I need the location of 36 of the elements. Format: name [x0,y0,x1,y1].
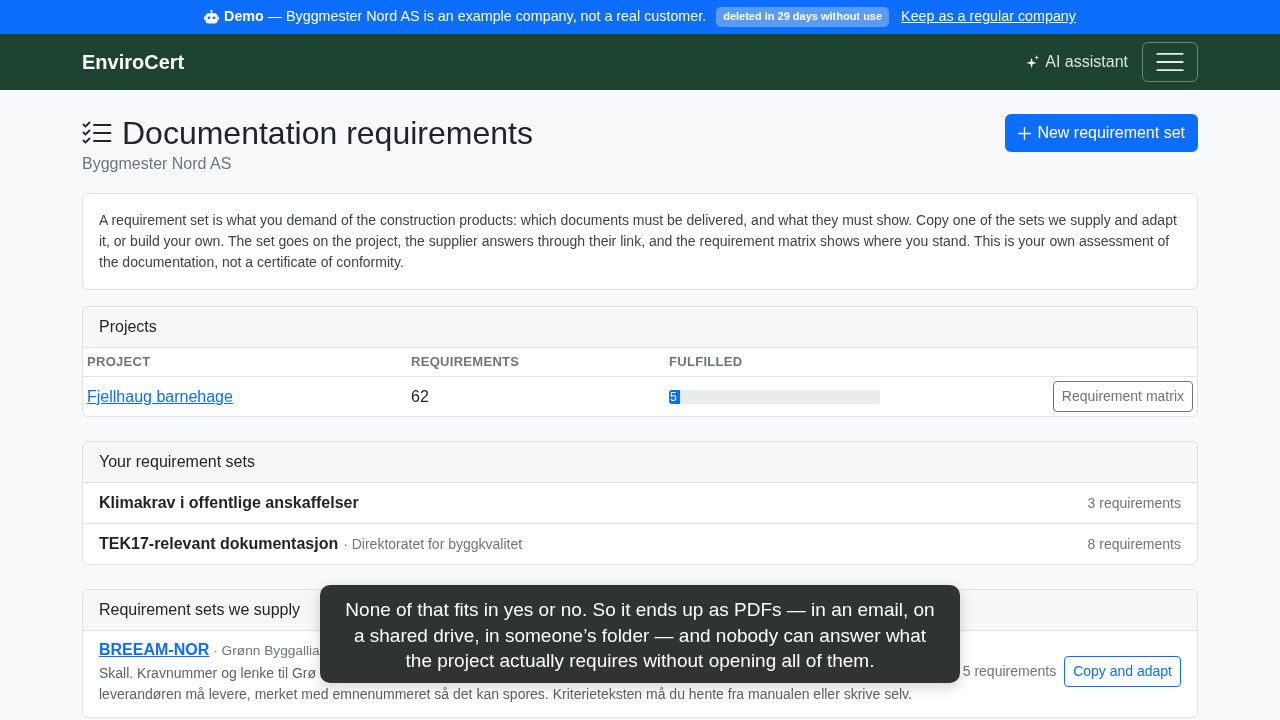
requirement-count: 8 requirements [1087,535,1181,554]
set-name[interactable]: Klimakrav i offentlige anskaffelser [99,494,359,511]
keep-company-link[interactable]: Keep as a regular company [901,6,1076,28]
page-title: Documentation requirements [122,114,533,152]
demo-notice: Demo — Byggmester Nord AS is an example company, not a real customer. [224,7,707,27]
copy-and-adapt-button[interactable]: Copy and adapt [1064,656,1181,687]
sparkle-icon [1025,54,1041,70]
column-header: FULFILLED [665,348,1049,377]
caption-overlay: None of that fits in yes or no. So it ends up as PDFs — in an email, on a shared drive, in someone’s folder — and nobody can answer what the project actually requires without opening all of them. [320,585,960,683]
expiry-badge: deleted in 29 days without use [716,7,890,27]
card-header: Your requirement sets [83,442,1197,483]
set-source: · Grønn Byggallia [213,642,320,660]
project-link[interactable]: Fjellhaug barnehage [87,384,233,409]
plus-icon [1018,126,1032,140]
set-description: Skall. Kravnummer og lenke til Grø [99,664,317,683]
requirement-count: 5 requirements [962,662,1057,681]
set-name[interactable]: TEK17-relevant dokumentasjon [99,535,339,552]
set-description: leverandøren må levere, merket med emnenummeret så det kan spores. Kriterieteksten må du hente fra manualen eller skrive selv. [99,685,912,704]
ai-assistant-button[interactable]: AI assistant [1025,50,1128,74]
list-check-icon [82,121,112,145]
requirement-count: 62 [411,386,429,407]
menu-icon [1156,52,1184,72]
set-source: · Direktoratet for byggkvalitet [343,536,523,552]
progress-label: 5 [669,389,677,404]
set-link[interactable]: BREEAM-NOR [99,638,210,662]
robot-icon [204,9,220,25]
requirement-matrix-button[interactable]: Requirement matrix [1052,381,1193,412]
card-header: Projects [83,307,1197,348]
column-header: REQUIREMENTS [407,348,665,377]
new-requirement-set-button[interactable]: New requirement set [1005,114,1198,152]
intro-text: A requirement set is what you demand of the construction products: which documents must be delivered, and what they must show. Copy one of the sets we supply and adapt it, or build your own. The set goes on the project, the supplier answers through their link, and the requirement matrix shows where you stand. This is your own assessment of the documentation, not a certificate of conformity. [99,211,1178,272]
page-subtitle: Byggmester Nord AS [82,154,233,174]
menu-button[interactable] [1142,42,1198,82]
brand-name[interactable]: EnviroCert [82,47,185,77]
requirement-count: 3 requirements [1087,494,1181,513]
column-header: PROJECT [83,348,407,377]
